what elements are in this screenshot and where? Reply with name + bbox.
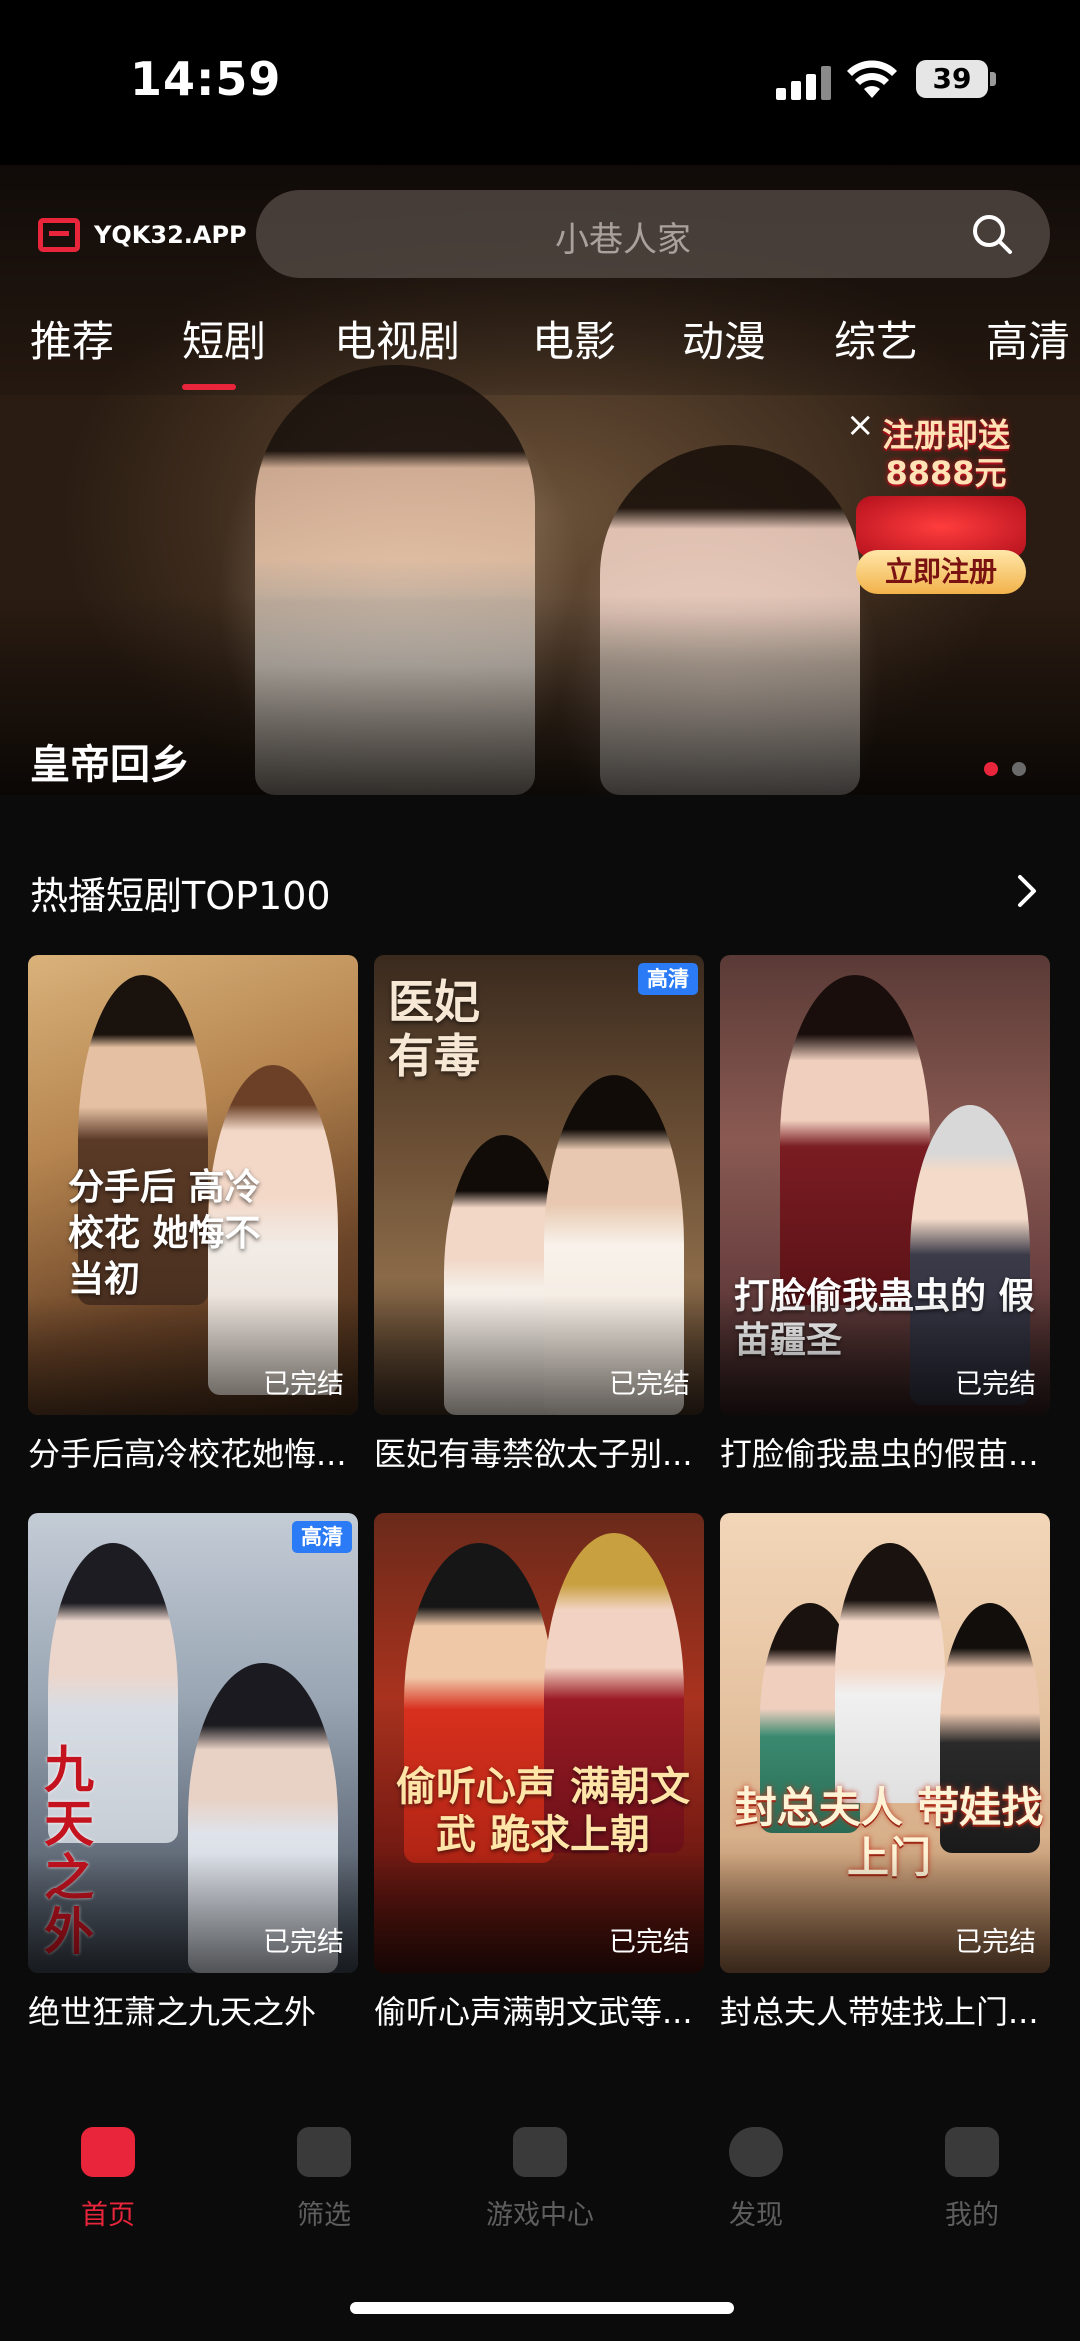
tab-tv-series[interactable]: 电视剧 [334, 308, 460, 369]
active-tab-indicator [182, 384, 236, 390]
nav-home[interactable]: 首页 [38, 2127, 178, 2232]
tab-short-drama[interactable]: 短剧 [182, 308, 266, 369]
register-button[interactable]: 立即注册 [856, 550, 1026, 594]
drama-card[interactable]: 分手后 高冷校花 她悔不当初 已完结 分手后高冷校花她悔... [28, 955, 358, 1475]
drama-title[interactable]: 绝世狂萧之九天之外 [28, 1987, 358, 2033]
drama-title[interactable]: 封总夫人带娃找上门... [720, 1987, 1050, 2033]
main-content: 热播短剧TOP100 分手后 高冷校花 她悔不当初 已完结 分手后高冷校花她悔.… [0, 795, 1080, 2085]
home-indicator[interactable] [350, 2302, 734, 2314]
hd-badge: 高清 [292, 1521, 352, 1553]
status-label: 已完结 [955, 1927, 1036, 1958]
search-icon[interactable] [970, 212, 1014, 256]
battery-tip [990, 72, 996, 86]
drama-card[interactable]: 九天之外 高清 已完结 绝世狂萧之九天之外 [28, 1513, 358, 2033]
status-label: 已完结 [263, 1369, 344, 1400]
status-label: 已完结 [609, 1927, 690, 1958]
carousel-dot[interactable] [1012, 762, 1026, 776]
tab-anime[interactable]: 动漫 [682, 308, 766, 369]
drama-card[interactable]: 偷听心声 满朝文武 跪求上朝 已完结 偷听心声满朝文武等... [374, 1513, 704, 2033]
drama-poster[interactable]: 封总夫人 带娃找上门 已完结 [720, 1513, 1050, 1973]
close-icon[interactable]: × [846, 408, 875, 442]
logo-text: YQK32.APP [94, 221, 247, 249]
carousel-dot[interactable] [984, 762, 998, 776]
drama-title[interactable]: 分手后高冷校花她悔... [28, 1429, 358, 1475]
profile-icon [945, 2127, 999, 2177]
drama-title[interactable]: 偷听心声满朝文武等... [374, 1987, 704, 2033]
drama-poster[interactable]: 分手后 高冷校花 她悔不当初 已完结 [28, 955, 358, 1415]
drama-card[interactable]: 封总夫人 带娃找上门 已完结 封总夫人带娃找上门... [720, 1513, 1050, 2033]
status-label: 已完结 [263, 1927, 344, 1958]
drama-poster[interactable]: 九天之外 高清 已完结 [28, 1513, 358, 1973]
poster-caption: 偷听心声 满朝文武 跪求上朝 [396, 1764, 690, 1858]
nav-profile[interactable]: 我的 [902, 2127, 1042, 2232]
tab-hd[interactable]: 高清 [986, 308, 1070, 369]
signal-icon [776, 66, 834, 100]
status-label: 已完结 [609, 1369, 690, 1400]
nav-filter[interactable]: 筛选 [254, 2127, 394, 2232]
game-icon [513, 2127, 567, 2177]
filter-icon [297, 2127, 351, 2177]
nav-label: 首页 [81, 2200, 135, 2231]
banner-title[interactable]: 皇帝回乡 [30, 732, 190, 790]
drama-poster[interactable]: 医妃 有毒 高清 已完结 [374, 955, 704, 1415]
nav-label: 我的 [945, 2200, 999, 2231]
drama-title[interactable]: 医妃有毒禁欲太子别... [374, 1429, 704, 1475]
battery-indicator: 39 [916, 60, 988, 98]
nav-label: 发现 [729, 2200, 783, 2231]
category-tabs: 推荐 短剧 电视剧 电影 动漫 综艺 高清 [0, 300, 1080, 390]
status-bar: 14:59 39 [0, 0, 1080, 165]
search-bar[interactable]: 小巷人家 [256, 190, 1050, 278]
drama-title[interactable]: 打脸偷我蛊虫的假苗... [720, 1429, 1050, 1475]
wifi-icon [847, 60, 897, 98]
section-title[interactable]: 热播短剧TOP100 [30, 865, 331, 920]
discover-icon [729, 2127, 783, 2177]
clapperboard-icon [81, 2127, 135, 2177]
nav-game-center[interactable]: 游戏中心 [470, 2127, 610, 2232]
tab-variety[interactable]: 综艺 [834, 308, 918, 369]
logo-tv-icon [38, 218, 80, 252]
drama-card[interactable]: 医妃 有毒 高清 已完结 医妃有毒禁欲太子别... [374, 955, 704, 1475]
tab-recommend[interactable]: 推荐 [30, 308, 114, 369]
drama-poster[interactable]: 打脸偷我蛊虫的 假苗疆圣 已完结 [720, 955, 1050, 1415]
hd-badge: 高清 [638, 963, 698, 995]
nav-discover[interactable]: 发现 [686, 2127, 826, 2232]
tab-movie[interactable]: 电影 [532, 308, 616, 369]
status-time: 14:59 [130, 52, 282, 106]
register-promo[interactable]: 注册即送 8888元 × 立即注册 [836, 408, 1032, 598]
red-envelope-icon [856, 496, 1026, 558]
app-logo[interactable]: YQK32.APP [38, 218, 247, 252]
status-label: 已完结 [955, 1369, 1036, 1400]
drama-card[interactable]: 打脸偷我蛊虫的 假苗疆圣 已完结 打脸偷我蛊虫的假苗... [720, 955, 1050, 1475]
chevron-right-icon[interactable] [1012, 871, 1042, 911]
nav-label: 筛选 [297, 2200, 351, 2231]
carousel-dots [984, 762, 1026, 776]
poster-caption: 医妃 有毒 [388, 975, 480, 1083]
promo-title: 注册即送 8888元 [881, 416, 1010, 492]
nav-label: 游戏中心 [486, 2200, 594, 2231]
drama-poster[interactable]: 偷听心声 满朝文武 跪求上朝 已完结 [374, 1513, 704, 1973]
search-placeholder: 小巷人家 [555, 220, 691, 260]
poster-caption: 分手后 高冷校花 她悔不当初 [68, 1167, 261, 1300]
